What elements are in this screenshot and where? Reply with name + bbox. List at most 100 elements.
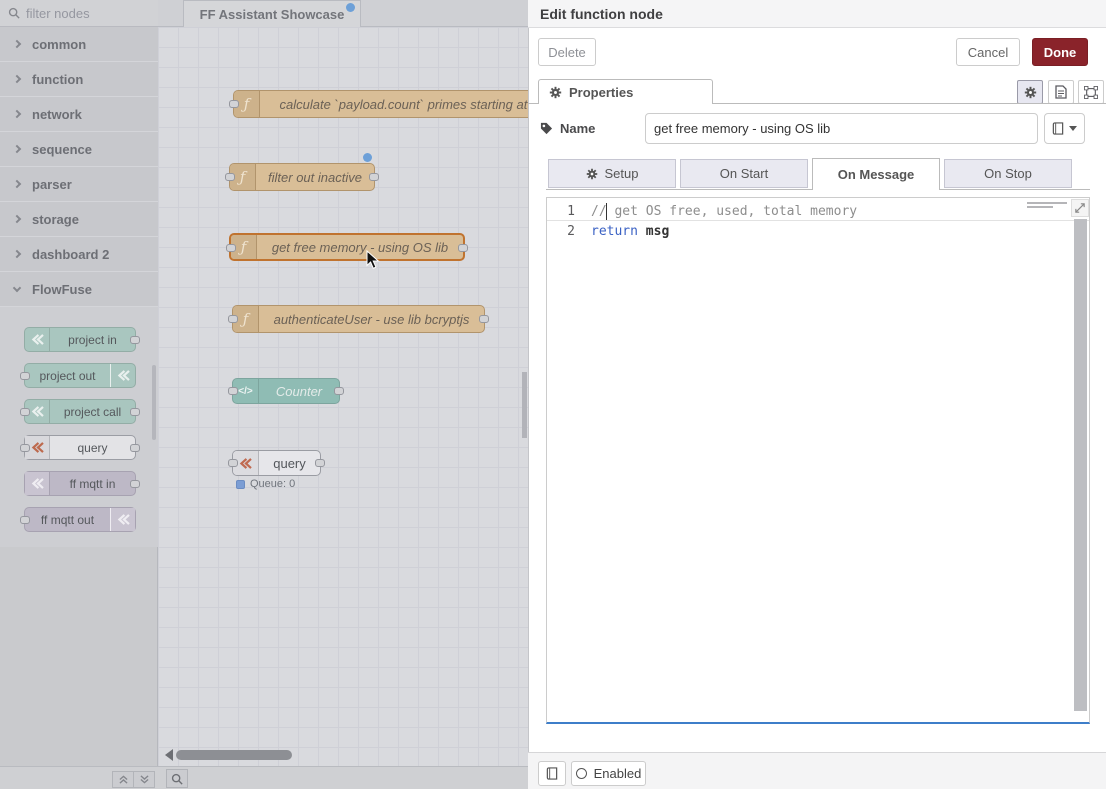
output-port[interactable] [130,336,140,344]
done-button[interactable]: Done [1032,38,1088,66]
chevron-right-icon [13,110,21,118]
category-label: parser [32,177,72,192]
search-icon [8,7,20,19]
expand-editor-button[interactable] [1071,199,1089,217]
palette-node-query[interactable]: query [24,435,136,460]
category-label: storage [32,212,79,227]
palette-node-label: ff mqtt in [50,477,135,491]
input-port[interactable] [229,100,239,108]
palette-node-label: project out [25,369,110,383]
palette-category-dashboard2[interactable]: dashboard 2 [0,237,158,272]
palette-node-project-in[interactable]: project in [24,327,136,352]
filter-nodes-input[interactable] [26,6,136,21]
palette-scrollbar[interactable] [152,365,156,440]
palette-category-sequence[interactable]: sequence [0,132,158,167]
double-chevron-down-icon [140,775,149,784]
tab-on-stop[interactable]: On Stop [944,159,1072,188]
output-port[interactable] [369,173,379,181]
palette-category-network[interactable]: network [0,97,158,132]
flow-node-calculate-primes[interactable]: ƒ calculate `payload.count` primes start… [233,90,528,118]
chevron-right-icon [13,215,21,223]
node-appearance-button[interactable] [1078,80,1104,104]
expand-all-button[interactable] [133,771,155,788]
tab-on-start[interactable]: On Start [680,159,808,188]
flow-tab[interactable]: FF Assistant Showcase [183,0,361,27]
output-port[interactable] [479,315,489,323]
palette-node-label: ff mqtt out [25,513,110,527]
status-dot-icon [236,480,245,489]
input-port[interactable] [20,372,30,380]
node-label: calculate `payload.count` primes startin… [260,97,528,112]
library-button[interactable] [1044,113,1085,144]
output-port[interactable] [130,480,140,488]
editor-scrollbar[interactable] [1074,219,1087,711]
input-port[interactable] [226,244,236,252]
node-description-button[interactable] [1048,80,1074,104]
tab-setup-label: Setup [605,166,639,181]
function-code-editor[interactable]: 1 // get OS free, used, total memory 2 r… [546,197,1090,724]
palette-category-function[interactable]: function [0,62,158,97]
code-line-1[interactable]: 1 // get OS free, used, total memory [547,202,1089,221]
palette-category-parser[interactable]: parser [0,167,158,202]
input-port[interactable] [20,444,30,452]
cancel-button[interactable]: Cancel [956,38,1020,66]
flow-node-query[interactable]: query [232,450,321,476]
enabled-toggle-button[interactable]: Enabled [571,761,646,786]
flow-node-counter[interactable]: </> Counter [232,378,340,404]
collapse-all-button[interactable] [112,771,134,788]
horizontal-scrollbar[interactable] [176,750,292,760]
palette-category-flowfuse[interactable]: FlowFuse [0,272,158,307]
output-port[interactable] [130,444,140,452]
category-label: dashboard 2 [32,247,109,262]
tab-properties[interactable]: Properties [538,79,713,104]
input-port[interactable] [228,387,238,395]
code-keyword: return [591,224,638,239]
edit-properties-button[interactable] [1017,80,1043,104]
canvas-search-button[interactable] [166,769,188,788]
palette-node-ff-mqtt-out[interactable]: ff mqtt out [24,507,136,532]
status-text: Queue: 0 [250,478,295,490]
output-port[interactable] [458,244,468,252]
chevron-right-icon [13,145,21,153]
name-field-label: Name [540,121,595,136]
palette-category-common[interactable]: common [0,27,158,62]
book-icon [546,767,558,780]
chevron-right-icon [13,40,21,48]
output-port[interactable] [130,408,140,416]
flow-canvas[interactable]: ƒ calculate `payload.count` primes start… [158,27,528,766]
scroll-left-arrow[interactable] [165,749,173,761]
input-port[interactable] [225,173,235,181]
flowfuse-icon [110,508,135,531]
output-port[interactable] [334,387,344,395]
chevron-right-icon [13,75,21,83]
name-label-text: Name [560,121,595,136]
flow-tab-label: FF Assistant Showcase [200,7,345,22]
palette-node-project-out[interactable]: project out [24,363,136,388]
node-red-editor: common function network sequence parser … [0,0,1106,789]
input-port[interactable] [228,459,238,467]
output-port[interactable] [315,459,325,467]
palette-category-storage[interactable]: storage [0,202,158,237]
vertical-scrollbar[interactable] [522,372,527,438]
input-port[interactable] [228,315,238,323]
flow-node-get-free-memory[interactable]: ƒ get free memory - using OS lib [229,233,465,261]
palette-filter[interactable] [0,0,158,27]
delete-button[interactable]: Delete [538,38,596,66]
flow-node-authenticate-user[interactable]: ƒ authenticateUser - use lib bcryptjs [232,305,485,333]
tab-setup[interactable]: Setup [548,159,676,188]
palette-node-project-call[interactable]: project call [24,399,136,424]
input-port[interactable] [20,408,30,416]
enabled-state-icon [576,768,587,779]
input-port[interactable] [20,516,30,524]
code-line-2[interactable]: 2 return msg [547,222,1089,241]
tab-on-message-label: On Message [838,167,915,182]
done-button-label: Done [1044,45,1077,60]
palette-node-ff-mqtt-in[interactable]: ff mqtt in [24,471,136,496]
name-input[interactable] [645,113,1038,144]
flow-node-filter-out-inactive[interactable]: ƒ filter out inactive [229,163,375,191]
chevron-right-icon [13,250,21,258]
node-palette: common function network sequence parser … [0,0,158,766]
library-save-button[interactable] [538,761,566,786]
cancel-button-label: Cancel [968,45,1008,60]
tab-on-message[interactable]: On Message [812,158,940,190]
